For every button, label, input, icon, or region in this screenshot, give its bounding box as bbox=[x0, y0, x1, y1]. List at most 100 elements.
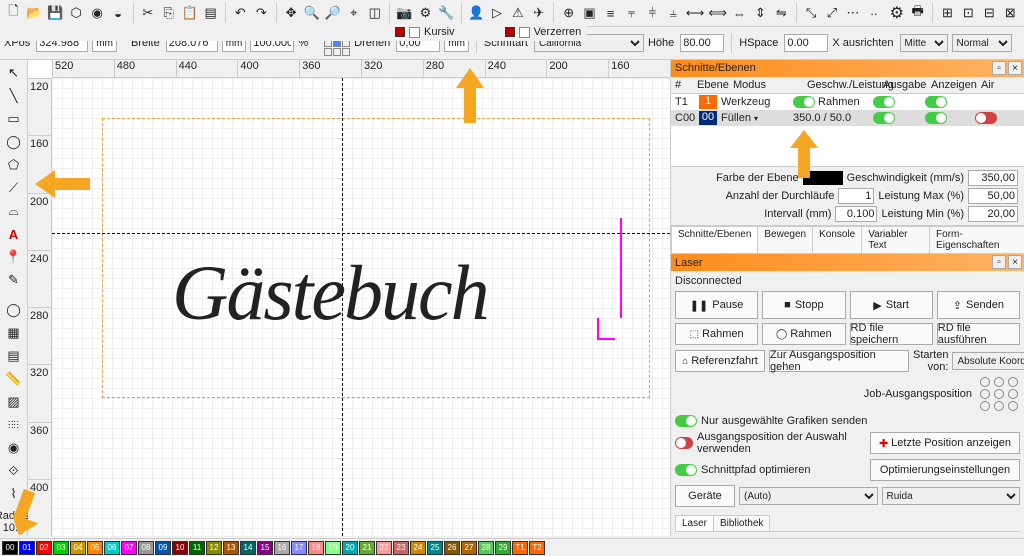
dist-h-icon[interactable]: ⟷ bbox=[685, 2, 706, 24]
line-tool-icon[interactable]: ╲ bbox=[3, 85, 25, 107]
redo-icon[interactable]: ↷ bbox=[252, 2, 271, 24]
color-swatch[interactable]: 05 bbox=[87, 541, 103, 555]
gear-icon[interactable]: ⚙ bbox=[416, 2, 435, 24]
dist-v-icon[interactable]: ⟺ bbox=[707, 2, 728, 24]
group-icon[interactable]: ▣ bbox=[580, 2, 599, 24]
stack-icon[interactable]: ▤ bbox=[201, 2, 220, 24]
hexagon-icon[interactable]: ⬡ bbox=[67, 2, 86, 24]
color-swatch[interactable]: 08 bbox=[138, 541, 154, 555]
frame2-button[interactable]: ◯ Rahmen bbox=[762, 323, 845, 345]
tab[interactable]: Laser bbox=[675, 515, 714, 531]
color-swatch[interactable]: 29 bbox=[495, 541, 511, 555]
home-button[interactable]: ⌂ Referenzfahrt bbox=[675, 350, 765, 372]
align-bot-icon[interactable]: ⫨ bbox=[664, 2, 683, 24]
warning-icon[interactable]: ⚠ bbox=[509, 2, 528, 24]
color-swatch[interactable]: 02 bbox=[36, 541, 52, 555]
color-swatch[interactable]: 09 bbox=[155, 541, 171, 555]
close-icon[interactable]: × bbox=[1008, 61, 1022, 75]
align-mid-icon[interactable]: ⫩ bbox=[643, 2, 662, 24]
settings-icon[interactable]: ⚙ bbox=[887, 2, 906, 24]
play-icon[interactable]: ▷ bbox=[488, 2, 507, 24]
pause-button[interactable]: ❚❚ Pause bbox=[675, 291, 758, 319]
devices-button[interactable]: Geräte bbox=[675, 485, 735, 507]
align-h-icon[interactable]: ≡ bbox=[601, 2, 620, 24]
color-swatch[interactable]: T1 bbox=[512, 541, 528, 555]
trace-icon[interactable]: ▨ bbox=[3, 391, 25, 413]
tab[interactable]: Form-Eigenschaften bbox=[929, 226, 1024, 253]
lastpos-button[interactable]: ✚ Letzte Position anzeigen bbox=[870, 432, 1020, 454]
array-icon[interactable]: ∷∷∷∷ bbox=[3, 414, 25, 436]
curve-icon[interactable]: ⌇ bbox=[3, 483, 25, 505]
color-swatch[interactable]: 24 bbox=[410, 541, 426, 555]
path3-icon[interactable]: ⋯ bbox=[843, 2, 862, 24]
user-icon[interactable]: 👤 bbox=[467, 2, 486, 24]
grid1-icon[interactable]: ▦ bbox=[3, 322, 25, 344]
path-icon[interactable]: ⟐ bbox=[3, 460, 25, 482]
device-select[interactable]: (Auto) bbox=[739, 487, 878, 505]
normal-select[interactable]: Normal bbox=[952, 34, 1012, 52]
width-input[interactable] bbox=[166, 34, 218, 52]
color-swatch[interactable]: 01 bbox=[19, 541, 35, 555]
color-swatch[interactable]: 06 bbox=[104, 541, 120, 555]
stamp-icon[interactable]: ◉ bbox=[3, 437, 25, 459]
misc3-icon[interactable]: ⊟ bbox=[980, 2, 999, 24]
tab[interactable]: Bibliothek bbox=[713, 515, 770, 531]
xpos-input[interactable] bbox=[36, 34, 88, 52]
copy-icon[interactable]: ⎘ bbox=[159, 2, 178, 24]
layer-row[interactable]: C0000Füllen ▾350.0 / 50.0 bbox=[671, 110, 1024, 126]
xalign-select[interactable]: Mitte bbox=[900, 34, 948, 52]
circle2-icon[interactable]: ◯ bbox=[3, 299, 25, 321]
color-swatch[interactable]: 16 bbox=[274, 541, 290, 555]
width-pct[interactable] bbox=[250, 34, 294, 52]
rect-tool-icon[interactable]: ▭ bbox=[3, 108, 25, 130]
color-swatch[interactable]: 26 bbox=[444, 541, 460, 555]
misc2-icon[interactable]: ⊡ bbox=[959, 2, 978, 24]
color-swatch[interactable]: T2 bbox=[529, 541, 545, 555]
stop-button[interactable]: ■ Stopp bbox=[762, 291, 845, 319]
color-swatch[interactable]: 10 bbox=[172, 541, 188, 555]
flip-h-icon[interactable]: ⇋ bbox=[772, 2, 791, 24]
color-swatch[interactable]: 03 bbox=[53, 541, 69, 555]
undo-icon[interactable]: ↶ bbox=[231, 2, 250, 24]
color-swatch[interactable]: 27 bbox=[461, 541, 477, 555]
color-swatch[interactable]: 17 bbox=[291, 541, 307, 555]
goto-origin-button[interactable]: Zur Ausgangsposition gehen bbox=[769, 350, 909, 372]
send-icon[interactable]: ✈ bbox=[529, 2, 548, 24]
color-swatch[interactable]: 20 bbox=[342, 541, 358, 555]
zoom-in-icon[interactable]: 🔍 bbox=[303, 2, 322, 24]
tab[interactable]: Bewegen bbox=[757, 226, 813, 253]
color-swatch[interactable]: 04 bbox=[70, 541, 86, 555]
startfrom-select[interactable]: Absolute Koordinaten bbox=[952, 352, 1024, 370]
save-icon[interactable]: 💾 bbox=[46, 2, 65, 24]
layer-row[interactable]: T11Werkzeug Rahmen bbox=[671, 94, 1024, 110]
align-top-icon[interactable]: ⫧ bbox=[622, 2, 641, 24]
cut-icon[interactable]: ✂ bbox=[138, 2, 157, 24]
canvas-area[interactable]: 520480440400360320280240200160 120160200… bbox=[28, 60, 670, 536]
interval-input[interactable] bbox=[835, 206, 877, 222]
controller-select[interactable]: Ruida bbox=[882, 487, 1021, 505]
design-text[interactable]: Gästebuch bbox=[172, 248, 488, 338]
pan-icon[interactable]: ✥ bbox=[282, 2, 301, 24]
opt1-toggle[interactable] bbox=[675, 415, 697, 427]
color-swatch[interactable]: 18 bbox=[308, 541, 324, 555]
text-tool-icon[interactable]: A bbox=[3, 223, 25, 245]
center-icon[interactable]: ⊕ bbox=[559, 2, 578, 24]
paste-icon[interactable]: 📋 bbox=[180, 2, 199, 24]
color-swatch[interactable]: 15 bbox=[257, 541, 273, 555]
color-swatch[interactable]: 25 bbox=[427, 541, 443, 555]
zoom-fit-icon[interactable]: ⌖ bbox=[344, 2, 363, 24]
origin-grid[interactable] bbox=[980, 377, 1020, 411]
powermax-input[interactable] bbox=[968, 188, 1018, 204]
optsettings-button[interactable]: Optimierungseinstellungen bbox=[870, 459, 1020, 481]
speed-input[interactable] bbox=[968, 170, 1018, 186]
marquee-icon[interactable]: ◫ bbox=[365, 2, 384, 24]
rdrun-button[interactable]: RD file ausführen bbox=[937, 323, 1020, 345]
minimize-icon[interactable]: ▫ bbox=[992, 61, 1006, 75]
color-swatch[interactable]: 13 bbox=[223, 541, 239, 555]
color-swatch[interactable]: 14 bbox=[240, 541, 256, 555]
send-button[interactable]: ⇪ Senden bbox=[937, 291, 1020, 319]
tab[interactable]: Variabler Text bbox=[861, 226, 930, 253]
opt3-toggle[interactable] bbox=[675, 464, 697, 476]
tab[interactable]: Konsole bbox=[812, 226, 862, 253]
passes-input[interactable] bbox=[838, 188, 874, 204]
